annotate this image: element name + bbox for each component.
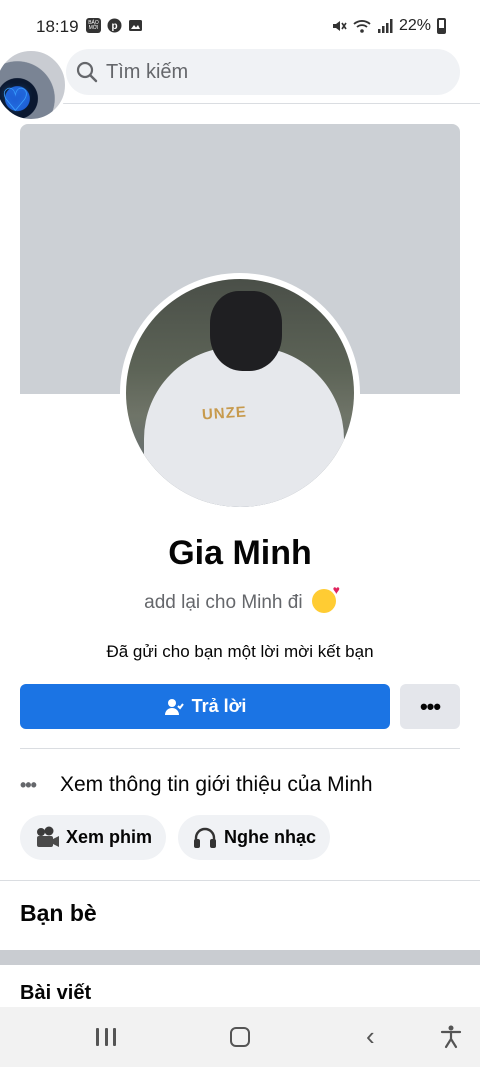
bio-text: add lại cho Minh đi: [144, 592, 303, 613]
home-button[interactable]: [230, 1027, 250, 1047]
status-right: 22%: [331, 17, 446, 35]
search-icon: [76, 61, 98, 83]
profile-picture[interactable]: UNZE: [120, 273, 360, 513]
person-check-icon: [164, 698, 184, 715]
battery-icon: [437, 18, 446, 34]
section-gap: [0, 950, 480, 965]
divider: [20, 748, 460, 749]
pinterest-icon: p: [107, 18, 122, 33]
see-intro-label: Xem thông tin giới thiệu của Minh: [60, 773, 373, 796]
search-placeholder: Tìm kiếm: [106, 60, 189, 83]
profile-name: Gia Minh: [168, 534, 312, 572]
system-nav-bar: ‹: [0, 1007, 480, 1067]
more-options-button[interactable]: •••: [400, 684, 460, 729]
respond-button[interactable]: Trả lời: [20, 684, 390, 729]
mute-icon: [332, 21, 347, 31]
battery-percent: 22%: [398, 17, 431, 34]
gallery-icon: [129, 20, 142, 31]
recents-button[interactable]: [96, 1028, 116, 1046]
posts-section-title: Bài viết: [20, 982, 92, 1004]
hobby-chip-movies[interactable]: Xem phim: [20, 815, 167, 860]
profile-page: 18:19 BÁO MỚI p 22% ♡ Tìm kiếm UNZE Gia …: [0, 0, 480, 1067]
bao-moi-icon: BÁO MỚI: [86, 18, 101, 33]
movie-camera-icon: [37, 826, 59, 847]
search-input[interactable]: Tìm kiếm: [66, 49, 460, 95]
hobby-chip-movies-label: Xem phim: [66, 827, 153, 847]
headphones-icon: [194, 827, 217, 848]
hobby-chips: Xem phim Nghe nhạc: [20, 815, 331, 860]
friends-section-title[interactable]: Bạn bè: [20, 900, 97, 927]
signal-icon: [377, 19, 393, 33]
respond-button-label: Trả lời: [191, 696, 247, 716]
friend-request-text: Đã gửi cho bạn một lời mời kết bạn: [106, 642, 374, 661]
back-button[interactable]: ‹: [366, 1023, 375, 1049]
wifi-icon: [353, 20, 371, 33]
notification-icons: BÁO MỚI p: [86, 18, 143, 33]
status-time: 18:19: [36, 17, 79, 36]
hobby-chip-music-label: Nghe nhạc: [224, 827, 317, 847]
profile-photo-shirt: [144, 347, 344, 507]
profile-bio: add lại cho Minh đi: [0, 583, 480, 614]
svg-text:p: p: [111, 21, 117, 32]
accessibility-icon[interactable]: [440, 1025, 462, 1049]
heart-icon: ♡: [1, 82, 30, 118]
see-intro-link[interactable]: ••• Xem thông tin giới thiệu của Minh: [20, 766, 460, 804]
shirt-logo: UNZE: [201, 403, 248, 424]
section-divider: [0, 880, 480, 881]
smiling-face-with-hearts-icon: [311, 583, 340, 613]
search-header: ♡ Tìm kiếm: [0, 46, 480, 122]
hobby-chip-music[interactable]: Nghe nhạc: [178, 815, 331, 860]
more-dots-icon: •••: [20, 774, 37, 795]
profile-photo-head: [210, 291, 282, 371]
viewer-avatar[interactable]: ♡: [0, 48, 68, 122]
